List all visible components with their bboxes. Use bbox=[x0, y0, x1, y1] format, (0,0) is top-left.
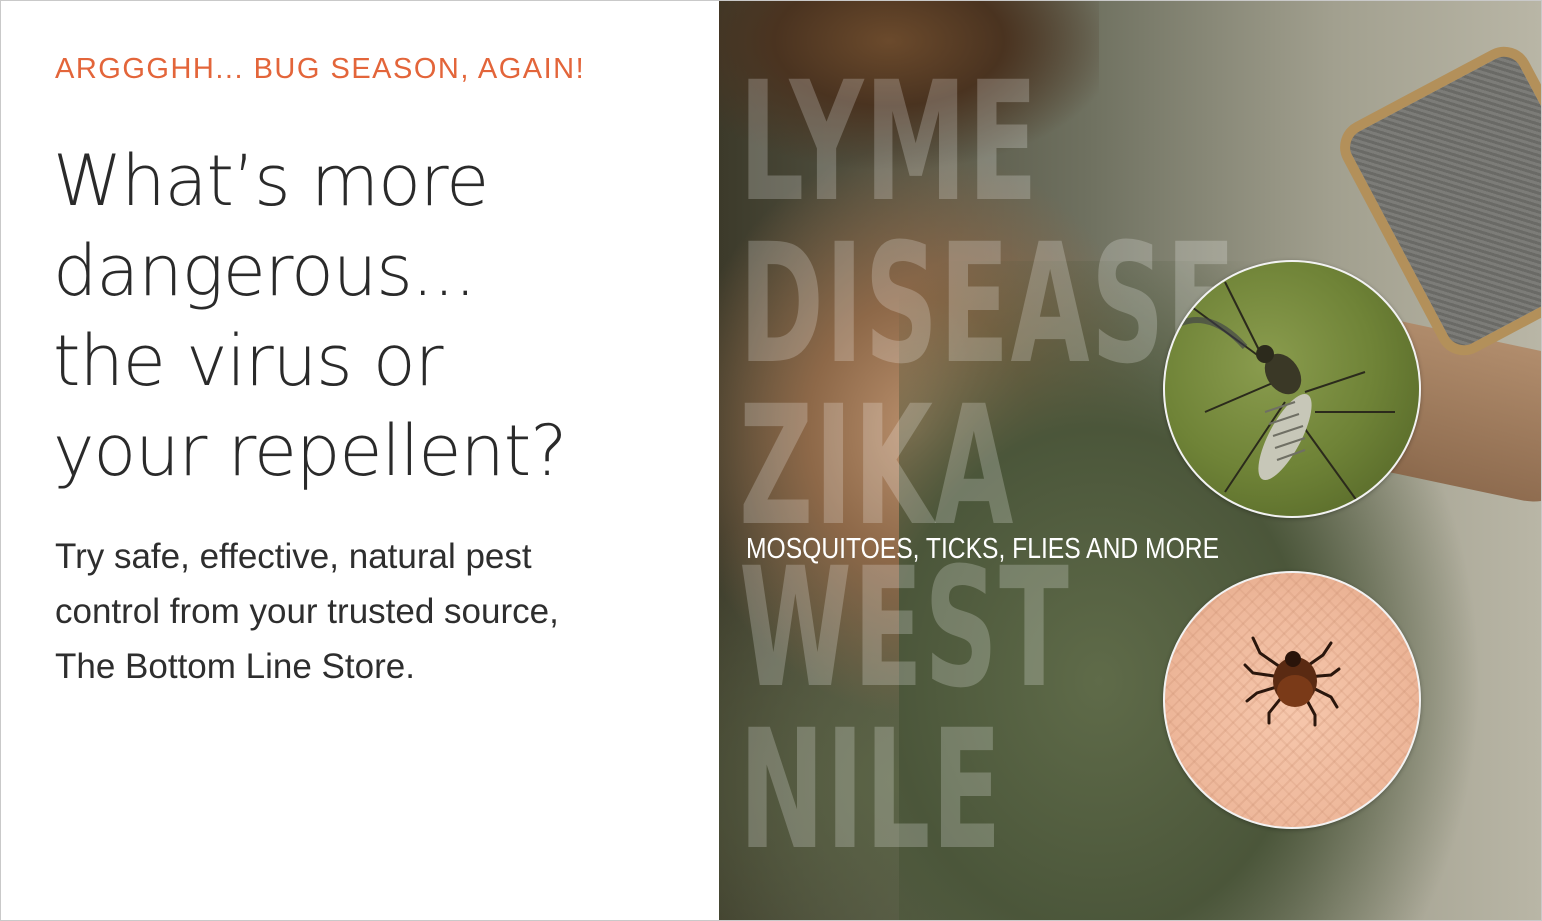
watermark-line: DISEASE bbox=[739, 208, 1237, 400]
headline-line: the virus or bbox=[53, 320, 443, 402]
hero-photo: LYME DISEASE ZIKA WEST NILE MOSQUITOES, … bbox=[719, 1, 1541, 920]
headline-line: your repellent? bbox=[53, 410, 567, 492]
watermark-line: ZIKA bbox=[739, 370, 1015, 562]
watermark-line: LYME bbox=[739, 46, 1039, 238]
body-line: control from your trusted source, bbox=[55, 592, 559, 631]
mosquito-icon bbox=[1165, 281, 1395, 513]
headline: What’s more dangerous... the virus or yo… bbox=[53, 136, 673, 496]
body-line: The Bottom Line Store. bbox=[55, 647, 415, 686]
body-line: Try safe, effective, natural pest bbox=[55, 537, 532, 576]
tick-inset bbox=[1163, 571, 1421, 829]
tick-icon bbox=[1243, 636, 1341, 727]
watermark-line: WEST bbox=[739, 532, 1071, 724]
headline-line: dangerous... bbox=[53, 230, 476, 312]
eyebrow-text: ARGGGHH... BUG SEASON, AGAIN! bbox=[55, 53, 586, 85]
ad-frame: ARGGGHH... BUG SEASON, AGAIN! What’s mor… bbox=[0, 0, 1542, 921]
text-panel: ARGGGHH... BUG SEASON, AGAIN! What’s mor… bbox=[1, 1, 719, 920]
headline-line: What’s more bbox=[53, 140, 489, 222]
mosquito-inset bbox=[1163, 260, 1421, 518]
watermark-line: NILE bbox=[739, 694, 1003, 886]
photo-caption: MOSQUITOES, TICKS, FLIES AND MORE bbox=[746, 533, 1220, 565]
disease-watermark: LYME DISEASE ZIKA WEST NILE bbox=[739, 46, 1237, 886]
body-copy: Try safe, effective, natural pest contro… bbox=[55, 529, 695, 694]
